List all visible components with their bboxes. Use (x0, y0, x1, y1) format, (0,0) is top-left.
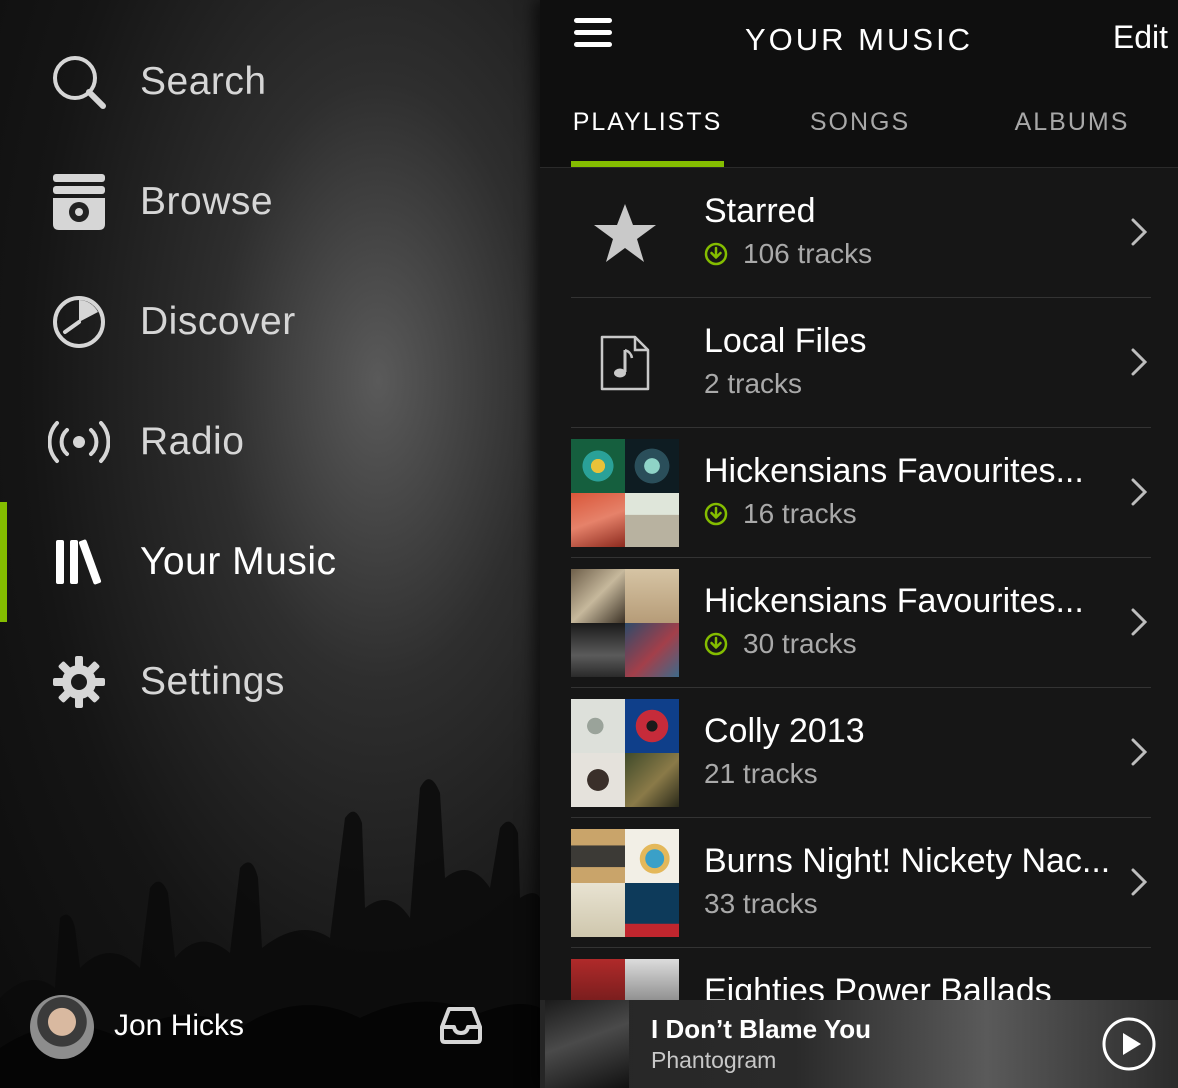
playlist-name: Colly 2013 (704, 712, 865, 750)
playlist-name: Hickensians Favourites... (704, 582, 1084, 620)
active-tab-indicator (571, 161, 724, 167)
top-bar: YOUR MUSIC Edit (540, 0, 1178, 78)
page-title: YOUR MUSIC (744, 22, 974, 57)
browse-icon (48, 171, 110, 233)
now-playing-title: I Don’t Blame You (651, 1014, 872, 1044)
track-count: 16 tracks (743, 498, 857, 529)
play-button[interactable] (1101, 1016, 1157, 1072)
playlist-row-starred[interactable]: Starred 106 tracks (571, 168, 1151, 298)
playlist-row[interactable]: Eighties Power Ballads (571, 948, 1151, 1000)
nav-item-search[interactable]: Search (0, 22, 540, 142)
track-count: 106 tracks (743, 238, 873, 269)
playlist-name: Hickensians Favourites... (704, 452, 1084, 490)
playlist-name: Eighties Power Ballads (704, 972, 1052, 1000)
radio-icon (48, 411, 110, 473)
playlist-row[interactable]: Hickensians Favourites... 16 tracks (571, 428, 1151, 558)
chevron-right-icon (1131, 478, 1148, 506)
download-icon (704, 632, 728, 656)
now-playing-artist: Phantogram (651, 1047, 777, 1073)
music-file-icon (571, 309, 679, 417)
nav-item-settings[interactable]: Settings (0, 622, 540, 742)
tab-playlists[interactable]: PLAYLISTS (571, 108, 724, 137)
nav-label: Settings (140, 660, 285, 703)
your-music-panel: YOUR MUSIC Edit PLAYLISTS SONGS ALBUMS S… (540, 0, 1178, 1088)
nav-item-discover[interactable]: Discover (0, 262, 540, 382)
chevron-right-icon (1131, 738, 1148, 766)
track-count: 2 tracks (704, 368, 803, 399)
download-icon (704, 242, 728, 266)
edit-button[interactable]: Edit (1113, 19, 1168, 56)
search-icon (48, 51, 110, 113)
playlist-row[interactable]: Burns Night! Nickety Nac... 33 tracks (571, 818, 1151, 948)
nav-item-browse[interactable]: Browse (0, 142, 540, 262)
tab-songs[interactable]: SONGS (785, 108, 935, 137)
nav-item-radio[interactable]: Radio (0, 382, 540, 502)
now-playing-album-art (545, 1000, 629, 1088)
avatar[interactable] (30, 995, 94, 1059)
nav-label: Search (140, 60, 267, 103)
tab-albums[interactable]: ALBUMS (1002, 108, 1142, 137)
playlist-row-local-files[interactable]: Local Files 2 tracks (571, 298, 1151, 428)
playlist-name: Local Files (704, 322, 867, 360)
user-profile[interactable]: Jon Hicks (0, 985, 540, 1075)
chevron-right-icon (1131, 218, 1148, 246)
playlist-name: Starred (704, 192, 816, 230)
now-playing-bar[interactable]: I Don’t Blame You Phantogram (540, 1000, 1178, 1088)
playlist-cover-art (571, 699, 679, 807)
playlist-cover-art (571, 959, 679, 1000)
tab-bar: PLAYLISTS SONGS ALBUMS (540, 78, 1178, 168)
nav-label: Browse (140, 180, 274, 223)
playlist-cover-art (571, 439, 679, 547)
chevron-right-icon (1131, 868, 1148, 896)
library-icon (48, 531, 110, 593)
nav-item-your-music[interactable]: Your Music (0, 502, 540, 622)
download-icon (704, 502, 728, 526)
star-icon (571, 179, 679, 287)
nav-label: Radio (140, 420, 245, 463)
chevron-right-icon (1131, 608, 1148, 636)
side-navigation: Search Browse Discover Radio Your Music (0, 0, 540, 1088)
playlist-list[interactable]: Starred 106 tracks Local Files 2 tracks (540, 168, 1178, 1000)
track-count: 33 tracks (704, 888, 818, 919)
user-name: Jon Hicks (114, 1009, 245, 1042)
playlist-cover-art (571, 569, 679, 677)
playlist-cover-art (571, 829, 679, 937)
playlist-row[interactable]: Colly 2013 21 tracks (571, 688, 1151, 818)
playlist-name: Burns Night! Nickety Nac... (704, 842, 1111, 880)
gear-icon (48, 651, 110, 713)
nav-label: Your Music (140, 540, 337, 583)
inbox-icon[interactable] (440, 1005, 482, 1045)
discover-icon (48, 291, 110, 353)
nav-label: Discover (140, 300, 296, 343)
track-count: 21 tracks (704, 758, 818, 789)
track-count: 30 tracks (743, 628, 857, 659)
playlist-row[interactable]: Hickensians Favourites... 30 tracks (571, 558, 1151, 688)
chevron-right-icon (1131, 348, 1148, 376)
